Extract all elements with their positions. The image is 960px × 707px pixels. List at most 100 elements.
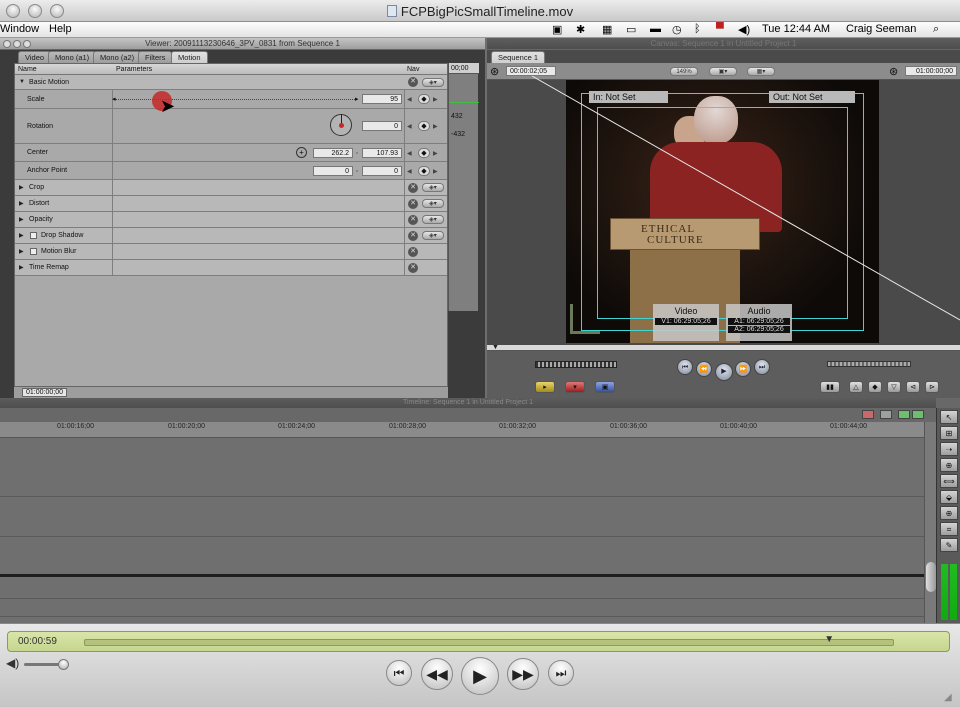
scrubber-playhead-icon[interactable]: ▼ [492,344,499,351]
edit-selection-tool-icon[interactable]: ⊞ [940,426,958,440]
canvas-tab-sequence[interactable]: Sequence 1 [491,51,546,63]
reset-icon[interactable]: ✕ [408,183,418,193]
next-edit-button[interactable]: ⏩ [735,361,751,377]
scrub-bar[interactable] [84,639,894,646]
anchor-x-field[interactable]: 0 [313,166,353,176]
keyframe-menu-button[interactable]: ◈▾ [422,215,444,224]
resize-grip-icon[interactable]: ◢ [944,692,952,703]
rotation-dial[interactable] [330,114,352,136]
keyframe-graph-strip[interactable]: 00;00 432 -432 [448,63,479,311]
time-machine-icon[interactable]: ◷ [672,23,682,36]
zoom-menu[interactable]: 149% [670,67,698,76]
disclosure-closed-icon[interactable]: ▶ [19,184,24,191]
timeline-ruler[interactable]: 01:00:16;00 01:00:20;00 01:00:24;00 01:0… [0,422,924,438]
keyframe-menu-button[interactable]: ◈▾ [422,199,444,208]
row-crop[interactable]: ▶ Crop ✕ ◈▾ [15,180,447,196]
mark-clip-button[interactable]: △ [849,381,863,393]
audio-waveform-toggle-icon[interactable] [912,410,924,419]
volume-icon[interactable]: ◀) [738,23,750,36]
disclosure-closed-icon[interactable]: ▶ [19,264,24,271]
pen-tool-icon[interactable]: ✎ [940,538,958,552]
anchor-y-field[interactable]: 0 [362,166,402,176]
canvas-scrubber[interactable] [487,345,960,351]
next-keyframe-icon[interactable]: ▶ [433,123,438,130]
fast-forward-button[interactable]: ▶▶ [507,658,539,690]
playhead-icon[interactable]: ▼ [824,634,834,645]
display-mode-menu[interactable]: ▦▾ [747,67,775,76]
view-menu[interactable]: ▣▾ [709,67,737,76]
reset-icon[interactable]: ✕ [408,263,418,273]
render-status-icon[interactable] [862,410,874,419]
volume-slider-knob[interactable] [58,659,69,670]
viewer-close-button[interactable] [3,40,11,48]
row-time-remap[interactable]: ▶ Time Remap ✕ [15,260,447,276]
compressor-icon[interactable]: ✱ [576,23,585,36]
play-around-button[interactable]: ⏭ [754,359,770,375]
prev-keyframe-icon[interactable]: ◀ [407,123,412,130]
crop-tool-icon[interactable]: ⌗ [940,522,958,536]
shuttle-control[interactable] [535,361,617,368]
reset-icon[interactable]: ✕ [408,77,418,87]
reset-icon[interactable]: ✕ [408,199,418,209]
spaces-icon[interactable]: ▦ [602,23,612,36]
keyframe-menu-button[interactable]: ◈▾ [422,231,444,240]
next-keyframe-icon[interactable]: ▶ [433,150,438,157]
linking-icon[interactable] [898,410,910,419]
reset-icon[interactable]: ✕ [408,247,418,257]
disclosure-closed-icon[interactable]: ▶ [19,248,24,255]
tab-motion[interactable]: Motion [171,51,208,63]
flag-icon[interactable]: ▀ [716,23,724,35]
crosshair-icon[interactable]: + [296,147,307,158]
overwrite-edit-button[interactable]: ▾ [565,381,585,393]
bluetooth-icon[interactable]: ᛒ [694,23,701,35]
disclosure-closed-icon[interactable]: ▶ [19,232,24,239]
prev-keyframe-icon[interactable]: ◀ [407,150,412,157]
prev-keyframe-icon[interactable]: ◀ [407,96,412,103]
replace-edit-button[interactable]: ▣ [595,381,615,393]
reset-icon[interactable]: ✕ [408,215,418,225]
jog-control[interactable] [827,361,911,367]
zoom-tool-icon[interactable]: ⊕ [940,506,958,520]
disclosure-closed-icon[interactable]: ▶ [19,200,24,207]
play-in-out-button[interactable]: ⏮ [677,359,693,375]
add-keyframe-button[interactable]: ◆ [418,94,430,104]
menu-help[interactable]: Help [49,23,72,35]
disclosure-closed-icon[interactable]: ▶ [19,216,24,223]
play-button[interactable]: ▶ [461,657,499,695]
add-keyframe-button[interactable]: ◆ [418,166,430,176]
mark-out-button[interactable]: ⊳ [925,381,939,393]
scrollbar-thumb[interactable] [926,562,936,592]
menu-clock[interactable]: Tue 12:44 AM [762,23,830,35]
battery-icon[interactable]: ▬ [650,23,661,35]
selection-tool-icon[interactable]: ↖ [940,410,958,424]
row-motion-blur[interactable]: ▶ Motion Blur ✕ [15,244,447,260]
go-to-start-button[interactable]: ⏮ [386,660,412,686]
reset-icon[interactable]: ✕ [408,231,418,241]
row-distort[interactable]: ▶ Distort ✕ ◈▾ [15,196,447,212]
keyframe-menu-button[interactable]: ◈▾ [422,78,444,87]
keyframe-menu-button[interactable]: ◈▾ [422,183,444,192]
row-opacity[interactable]: ▶ Opacity ✕ ◈▾ [15,212,447,228]
scale-value-field[interactable]: 95 [362,94,402,104]
rewind-button[interactable]: ◀◀ [421,658,453,690]
insert-edit-button[interactable]: ▸ [535,381,555,393]
snapping-icon[interactable] [880,410,892,419]
match-frame-button[interactable]: ▮▮ [820,381,840,393]
canvas-current-timecode[interactable]: 01:00:00;00 [905,66,957,76]
prev-keyframe-icon[interactable]: ◀ [407,168,412,175]
motion-blur-checkbox[interactable] [30,248,37,255]
add-keyframe-button[interactable]: ◆ [418,121,430,131]
camera-icon[interactable]: ▣ [552,23,562,36]
add-marker-button[interactable]: ▽ [887,381,901,393]
timeline-tracks-area[interactable] [0,438,924,623]
timeline-scrollbar[interactable] [924,422,936,623]
add-keyframe-button[interactable]: ◆ [418,148,430,158]
disclosure-open-icon[interactable]: ▼ [19,79,25,85]
tab-video[interactable]: Video [18,51,52,63]
row-basic-motion[interactable]: ▼ Basic Motion ✕ ◈▾ [15,75,447,90]
video-audio-divider[interactable] [0,574,924,577]
slip-tool-icon[interactable]: ⟺ [940,474,958,488]
tab-mono-a1[interactable]: Mono (a1) [48,51,97,63]
row-drop-shadow[interactable]: ▶ Drop Shadow ✕ ◈▾ [15,228,447,244]
display-icon[interactable]: ▭ [626,23,636,36]
